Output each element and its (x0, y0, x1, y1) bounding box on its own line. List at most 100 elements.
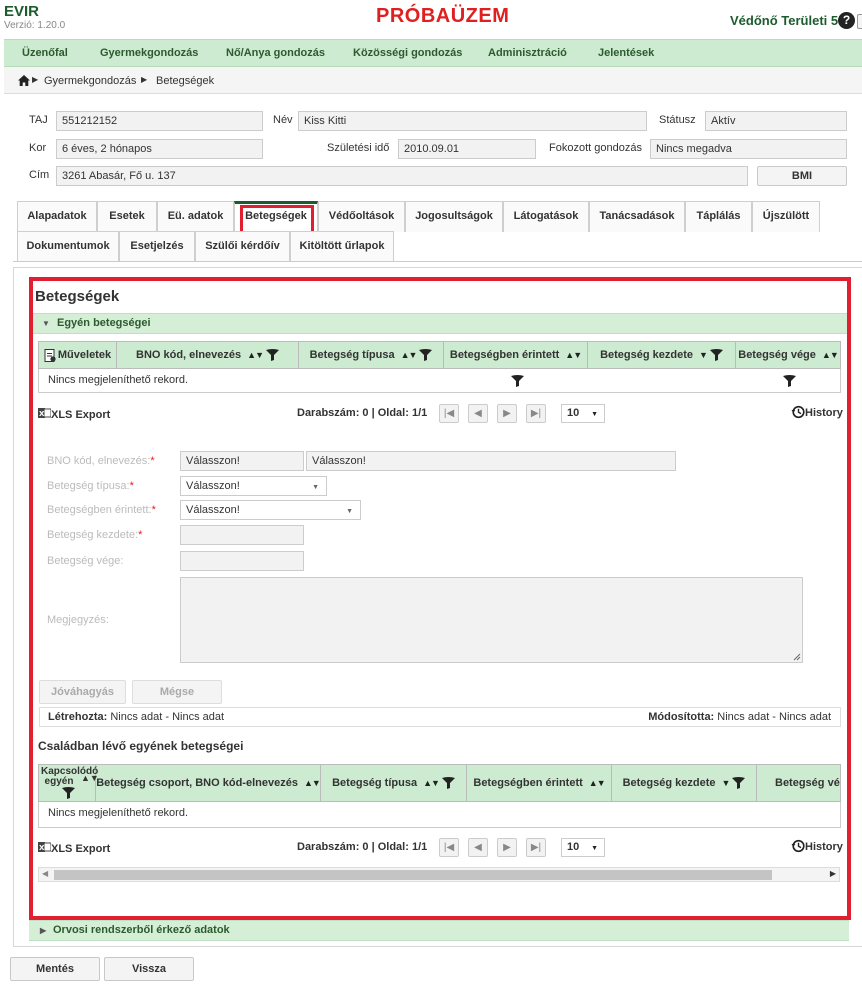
tab-vedooltasok[interactable]: Védőoltások (318, 201, 405, 232)
cancel-button[interactable]: Mégse (132, 680, 222, 704)
home-icon[interactable] (18, 75, 30, 86)
scroll-thumb[interactable] (54, 870, 772, 880)
column-affected[interactable]: Betegségben érintett ▲▼ (444, 342, 588, 388)
scroll-right-icon[interactable]: ▶ (830, 869, 836, 878)
district-name[interactable]: Védőnő Területi 5 (730, 13, 838, 28)
filter-icon[interactable] (441, 777, 455, 790)
svg-text:X: X (39, 410, 45, 418)
sort-icon[interactable]: ▲▼ (304, 778, 321, 788)
resize-handle-icon[interactable] (793, 653, 801, 661)
address-label: Cím (29, 169, 50, 181)
menu-item-kozossegi-gondozas[interactable]: Közösségi gondozás (353, 47, 462, 59)
sort-icon[interactable]: ▲▼ (565, 350, 582, 360)
column-family-start-date[interactable]: Betegség kezdete ▼ (612, 765, 757, 801)
family-prev-page-button[interactable]: ◀ (468, 838, 488, 857)
sort-icon[interactable]: ▲▼ (423, 778, 440, 788)
age-field: 6 éves, 2 hónapos (56, 139, 263, 159)
breadcrumb: ▶ Gyermekgondozás ▶ Betegségek (4, 67, 862, 94)
disease-type-select[interactable]: Válasszon! ▼ (180, 476, 327, 496)
accordion-external-data[interactable]: ▶ Orvosi rendszerből érkező adatok (29, 920, 849, 941)
history-button[interactable]: History (791, 405, 843, 419)
menu-item-uzenofal[interactable]: Üzenőfal (22, 47, 68, 59)
tab-alapadatok[interactable]: Alapadatok (17, 201, 97, 232)
page-size-select[interactable]: 10 ▼ (561, 404, 605, 423)
menu-item-jelentesek[interactable]: Jelentések (598, 47, 654, 59)
family-first-page-button[interactable]: |◀ (439, 838, 459, 857)
tab-latogatasok[interactable]: Látogatások (503, 201, 589, 232)
bno-name-input[interactable]: Válasszon! (306, 451, 676, 471)
filter-icon[interactable] (709, 349, 723, 362)
xls-export-button[interactable]: X XLS Export (38, 407, 110, 421)
history-icon (791, 405, 805, 419)
bmi-button[interactable]: BMI (757, 166, 847, 186)
note-textarea[interactable] (180, 577, 803, 663)
menu-item-adminisztracio[interactable]: Adminisztráció (488, 47, 567, 59)
family-next-page-button[interactable]: ▶ (497, 838, 517, 857)
start-date-label: Betegség kezdete:* (47, 529, 143, 541)
app-title: EVIR (4, 3, 40, 20)
sort-icon[interactable]: ▲▼ (822, 350, 839, 360)
svg-text:X: X (39, 844, 45, 852)
status-label: Státusz (659, 114, 696, 126)
own-diseases-empty-row: Nincs megjeleníthető rekord. (38, 369, 841, 393)
tab-taplalas[interactable]: Táplálás (685, 201, 752, 232)
document-icon (44, 348, 56, 362)
column-related-person[interactable]: Kapcsolódó egyén ▲▼ (39, 765, 99, 801)
tab-eu-adatok[interactable]: Eü. adatok (157, 201, 234, 232)
menu-item-gyermekgondozas[interactable]: Gyermekgondozás (100, 47, 198, 59)
sort-icon[interactable]: ▼ (722, 778, 731, 788)
column-bno-code[interactable]: BNO kód, elnevezés ▲▼ (117, 342, 299, 368)
first-page-button[interactable]: |◀ (439, 404, 459, 423)
tab-dokumentumok[interactable]: Dokumentumok (17, 231, 119, 262)
menu-item-no-anya-gondozas[interactable]: Nő/Anya gondozás (226, 47, 325, 59)
sort-icon[interactable]: ▲▼ (401, 350, 418, 360)
filter-icon[interactable] (419, 349, 433, 362)
bno-code-input[interactable]: Válasszon! (180, 451, 304, 471)
chevron-right-icon: ▶ (40, 926, 47, 935)
column-family-disease-type[interactable]: Betegség típusa ▲▼ (321, 765, 467, 801)
sort-icon[interactable]: ▼ (699, 350, 708, 360)
column-family-affected[interactable]: Betegségben érintett ▲▼ (467, 765, 612, 801)
tab-jogosultsagok[interactable]: Jogosultságok (405, 201, 503, 232)
excel-icon: X (38, 408, 52, 418)
tab-tanacsadasok[interactable]: Tanácsadások (589, 201, 685, 232)
tab-szuloi-kerdoiv[interactable]: Szülői kérdőív (195, 231, 290, 262)
family-xls-export-button[interactable]: X XLS Export (38, 841, 110, 855)
column-end-date[interactable]: Betegség vége ▲▼ (736, 342, 840, 388)
column-start-date[interactable]: Betegség kezdete ▼ (588, 342, 736, 368)
dropdown-caret-icon: ▼ (591, 845, 598, 852)
column-disease-type[interactable]: Betegség típusa ▲▼ (299, 342, 444, 368)
family-history-button[interactable]: History (791, 839, 843, 853)
approve-button[interactable]: Jóváhagyás (39, 680, 126, 704)
dropdown-caret-icon: ▼ (346, 508, 353, 515)
created-by: Létrehozta: Nincs adat - Nincs adat (48, 711, 225, 723)
horizontal-scrollbar[interactable]: ◀ ▶ (38, 867, 840, 882)
next-page-button[interactable]: ▶ (497, 404, 517, 423)
sort-icon[interactable]: ▲▼ (589, 778, 606, 788)
scroll-left-icon[interactable]: ◀ (42, 869, 48, 878)
tab-esetjelzes[interactable]: Esetjelzés (119, 231, 195, 262)
family-last-page-button[interactable]: ▶| (526, 838, 546, 857)
start-date-input[interactable] (180, 525, 304, 545)
save-button[interactable]: Mentés (10, 957, 100, 981)
filter-icon[interactable] (265, 349, 279, 362)
column-family-end-date[interactable]: Betegség vég (757, 765, 840, 801)
section-title: Betegségek (35, 288, 120, 305)
prev-page-button[interactable]: ◀ (468, 404, 488, 423)
filter-icon[interactable] (62, 787, 75, 799)
breadcrumb-item-gyermekgondozas[interactable]: Gyermekgondozás (44, 75, 136, 87)
tab-kitoltott-urlapok[interactable]: Kitöltött űrlapok (290, 231, 394, 262)
back-button[interactable]: Vissza (104, 957, 194, 981)
help-icon[interactable]: ? (838, 12, 855, 29)
filter-icon[interactable] (732, 777, 746, 790)
last-page-button[interactable]: ▶| (526, 404, 546, 423)
column-disease-group[interactable]: Betegség csoport, BNO kód-elnevezés ▲▼ (96, 765, 321, 801)
family-page-size-select[interactable]: 10 ▼ (561, 838, 605, 857)
family-record-count: Darabszám: 0 | Oldal: 1/1 (297, 841, 428, 853)
affected-select[interactable]: Válasszon! ▼ (180, 500, 361, 520)
tab-esetek[interactable]: Esetek (97, 201, 157, 232)
accordion-own-diseases[interactable]: ▼ Egyén betegségei (33, 313, 847, 334)
sort-icon[interactable]: ▲▼ (247, 350, 264, 360)
tab-ujszulott[interactable]: Újszülött (752, 201, 820, 232)
end-date-input[interactable] (180, 551, 304, 571)
